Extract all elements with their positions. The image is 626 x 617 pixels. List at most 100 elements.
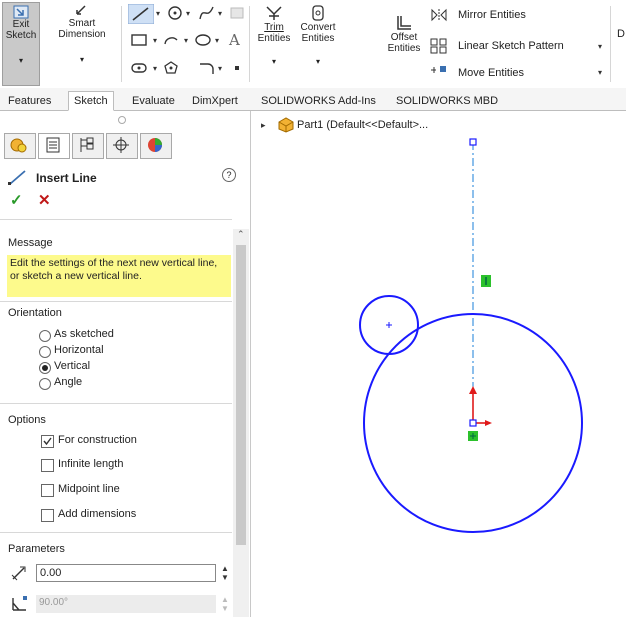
tab-display-manager[interactable] bbox=[140, 133, 172, 159]
chevron-down-icon[interactable]: ▾ bbox=[184, 36, 188, 45]
tab-dimxpert-manager[interactable] bbox=[106, 133, 138, 159]
display-manager-icon bbox=[148, 138, 162, 152]
line-endpoint[interactable] bbox=[469, 138, 477, 146]
tab-evaluate[interactable]: Evaluate bbox=[126, 91, 181, 111]
arc-icon[interactable] bbox=[162, 32, 180, 48]
angle-spinner: ▲ ▼ bbox=[221, 595, 229, 613]
polygon-icon[interactable] bbox=[162, 60, 180, 76]
radio-label-vertical: Vertical bbox=[54, 360, 91, 372]
length-icon bbox=[11, 566, 26, 581]
divider bbox=[610, 6, 611, 82]
angle-input: 90.00° bbox=[36, 595, 216, 613]
exit-label-1: Exit bbox=[12, 19, 30, 30]
ok-checkmark-icon[interactable]: ✓ bbox=[10, 191, 23, 209]
exit-sketch-button[interactable]: Exit Sketch ▾ bbox=[2, 2, 40, 86]
ellipse-icon[interactable] bbox=[194, 32, 212, 48]
radio-angle[interactable] bbox=[39, 378, 51, 390]
rectangle-icon[interactable] bbox=[130, 32, 148, 48]
insert-line-icon bbox=[8, 170, 26, 185]
angle-icon bbox=[12, 596, 27, 611]
checkbox-infinite-length[interactable] bbox=[41, 459, 54, 472]
point-icon[interactable] bbox=[228, 60, 246, 76]
label-for-construction: For construction bbox=[58, 434, 137, 446]
line-start-point[interactable] bbox=[469, 419, 477, 427]
chevron-down-icon[interactable]: ▾ bbox=[153, 36, 157, 45]
options-header: Options bbox=[8, 414, 46, 426]
radio-label-as-sketched: As sketched bbox=[54, 328, 114, 340]
chevron-down-icon[interactable]: ▾ bbox=[48, 54, 116, 65]
text-icon[interactable]: A bbox=[226, 31, 244, 47]
scroll-up-icon[interactable]: ⌃ bbox=[237, 229, 245, 240]
radio-label-angle: Angle bbox=[54, 376, 83, 388]
tab-dimxpert[interactable]: DimXpert bbox=[186, 91, 244, 111]
radio-horizontal[interactable] bbox=[39, 346, 51, 358]
exit-sketch-icon bbox=[13, 5, 29, 19]
property-manager-title: Insert Line bbox=[36, 171, 97, 185]
trim-entities-button[interactable]: Trim Entities ▾ bbox=[254, 4, 294, 67]
tab-configuration-manager[interactable] bbox=[72, 133, 104, 159]
convert-icon bbox=[312, 5, 324, 21]
plane-icon[interactable] bbox=[228, 5, 246, 21]
tab-features[interactable]: Features bbox=[2, 91, 57, 111]
orientation-header: Orientation bbox=[8, 307, 62, 319]
tab-mbd[interactable]: SOLIDWORKS MBD bbox=[390, 91, 504, 111]
radio-label-horizontal: Horizontal bbox=[54, 344, 104, 356]
smart-dimension-button[interactable]: Smart Dimension ▾ bbox=[48, 2, 116, 65]
convert-label-1: Convert bbox=[300, 22, 336, 33]
chevron-down-icon[interactable]: ▾ bbox=[218, 9, 222, 18]
property-manager-panel: Insert Line ? ✓ ✕ Message Edit the setti… bbox=[0, 111, 251, 617]
convert-entities-button[interactable]: Convert Entities ▾ bbox=[294, 4, 342, 67]
chevron-down-icon[interactable]: ▾ bbox=[598, 42, 602, 51]
chevron-down-icon[interactable]: ▾ bbox=[153, 64, 157, 73]
tab-addins[interactable]: SOLIDWORKS Add-Ins bbox=[255, 91, 382, 111]
exit-label-2: Sketch bbox=[5, 30, 37, 41]
mirror-icon bbox=[431, 8, 447, 22]
length-spinner[interactable]: ▲ ▼ bbox=[219, 564, 231, 582]
svg-text:A: A bbox=[228, 31, 240, 47]
chevron-down-icon[interactable]: ▾ bbox=[215, 36, 219, 45]
ribbon-overflow-label[interactable]: D bbox=[617, 28, 625, 40]
offset-icon bbox=[397, 16, 411, 30]
small-circle-center[interactable] bbox=[386, 322, 392, 328]
tab-sketch[interactable]: Sketch bbox=[68, 91, 114, 111]
label-add-dimensions: Add dimensions bbox=[58, 508, 137, 520]
smart-dimension-icon bbox=[76, 5, 86, 15]
convert-label-2: Entities bbox=[301, 33, 335, 44]
radio-vertical[interactable] bbox=[39, 362, 51, 374]
chevron-down-icon[interactable]: ▾ bbox=[254, 56, 294, 67]
checkbox-add-dimensions[interactable] bbox=[41, 509, 54, 522]
tab-feature-manager[interactable] bbox=[4, 133, 36, 159]
graphics-area[interactable]: ▸ Part1 (Default<<Default>... bbox=[251, 111, 626, 617]
chevron-down-icon[interactable]: ▾ bbox=[294, 56, 342, 67]
checkbox-midpoint-line[interactable] bbox=[41, 484, 54, 497]
cancel-x-icon[interactable]: ✕ bbox=[38, 191, 51, 209]
chevron-down-icon[interactable]: ▾ bbox=[218, 64, 222, 73]
scrollbar-thumb[interactable] bbox=[236, 245, 246, 545]
help-icon[interactable]: ? bbox=[222, 168, 236, 182]
panel-scrollbar[interactable]: ⌃ bbox=[233, 229, 249, 617]
linear-pattern-icon bbox=[430, 38, 447, 54]
linear-pattern-label: Linear Sketch Pattern bbox=[458, 40, 564, 52]
panel-grip-icon[interactable] bbox=[118, 116, 126, 124]
divider bbox=[249, 6, 250, 82]
circle-icon[interactable] bbox=[166, 5, 184, 21]
chevron-down-icon[interactable]: ▾ bbox=[156, 9, 160, 18]
divider bbox=[0, 532, 232, 533]
label-midpoint-line: Midpoint line bbox=[58, 483, 120, 495]
command-manager-ribbon: Exit Sketch ▾ Smart Dimension ▾ ▾ ▾ ▾ ▾ … bbox=[0, 0, 626, 88]
checkbox-for-construction[interactable] bbox=[41, 435, 54, 448]
sketch-canvas[interactable] bbox=[251, 111, 626, 617]
slot-icon[interactable] bbox=[130, 60, 148, 76]
fillet-icon[interactable] bbox=[198, 60, 216, 76]
chevron-down-icon[interactable]: ▾ bbox=[598, 68, 602, 77]
length-input[interactable]: 0.00 bbox=[36, 564, 216, 582]
chevron-down-icon[interactable]: ▾ bbox=[3, 55, 39, 66]
radio-as-sketched[interactable] bbox=[39, 330, 51, 342]
offset-entities-button[interactable]: Offset Entities bbox=[384, 14, 424, 54]
line-icon[interactable] bbox=[128, 4, 154, 24]
divider bbox=[0, 301, 232, 302]
chevron-down-icon[interactable]: ▾ bbox=[186, 9, 190, 18]
spline-icon[interactable] bbox=[198, 5, 216, 21]
tab-property-manager[interactable] bbox=[38, 133, 70, 159]
divider bbox=[0, 403, 232, 404]
